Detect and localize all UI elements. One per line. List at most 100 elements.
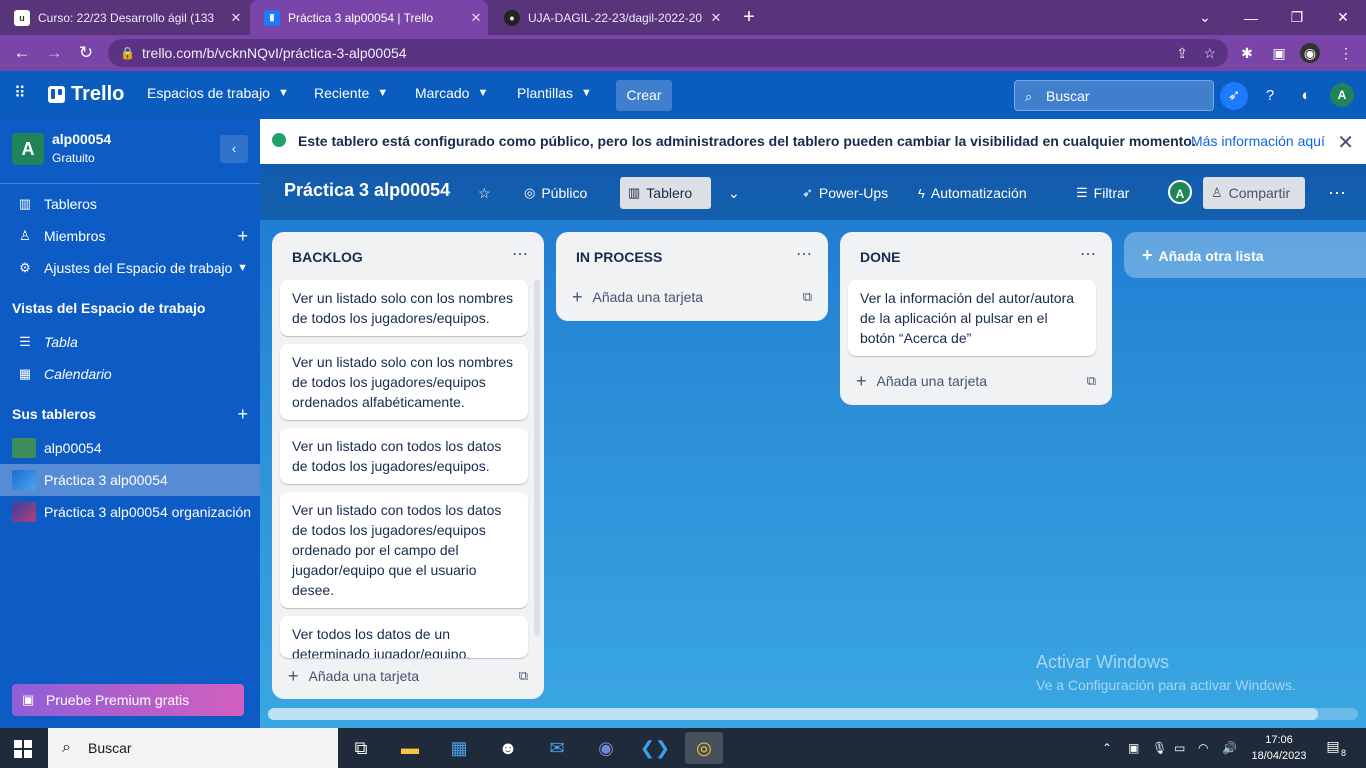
browser-tab-trello[interactable]: ▮ Práctica 3 alp00054 | Trello ✕ [250,0,488,35]
sidebar-item-workspace-settings[interactable]: ⚙ Ajustes del Espacio de trabajo ▼ [0,252,260,284]
meet-now-icon[interactable]: ▣ [1128,728,1139,768]
restore-icon[interactable]: ❐ [1274,0,1320,35]
user-avatar[interactable]: A [1330,83,1354,107]
list-scrollbar[interactable] [534,280,540,636]
battery-icon[interactable]: ▭ [1174,728,1185,768]
forward-arrow-icon[interactable]: → [42,41,66,65]
task-view-icon[interactable]: ⧉ [342,732,380,764]
vscode-icon[interactable]: ❮❯ [636,732,674,764]
close-banner-icon[interactable]: ✕ [1337,130,1354,155]
add-card-button[interactable]: + Añada una tarjeta [572,285,703,309]
browser-tab-github[interactable]: ● UJA-DAGIL-22-23/dagil-2022-20 ✕ [490,0,728,35]
windows-start-icon[interactable] [14,740,32,758]
menu-workspaces[interactable]: Espacios de trabajo ▼ [147,85,289,101]
app-switcher-grid-icon[interactable]: ⠿ [14,85,32,103]
sidebar-item-boards[interactable]: ▥ Tableros [0,188,260,220]
theme-contrast-icon[interactable]: ◐ [1292,82,1320,110]
reload-icon[interactable]: ↻ [74,41,98,65]
share-button[interactable]: ♙ Compartir [1203,177,1305,209]
filter-button[interactable]: ☰ Filtrar [1068,177,1137,209]
chrome-menu-icon[interactable]: ⋮ [1336,43,1356,63]
card[interactable]: Ver la información del autor/autora de l… [848,280,1096,356]
game-app-icon[interactable]: ☻ [489,732,527,764]
powerups-button[interactable]: ➶ Power-Ups [794,177,896,209]
microphone-icon[interactable]: 🎙 [1152,728,1167,768]
notification-center-icon[interactable]: ▤ 8 [1322,738,1346,758]
workspace-badge[interactable]: A [12,133,44,165]
workspace-name[interactable]: alp00054 [52,131,111,147]
chrome-icon[interactable]: ◎ [685,732,723,764]
extensions-puzzle-icon[interactable]: ✱ [1237,43,1257,63]
card-template-icon[interactable]: ⧉ [1087,373,1096,389]
new-tab-icon[interactable]: + [738,6,760,28]
taskbar-clock[interactable]: 17:06 18/04/2023 [1248,732,1310,764]
close-window-icon[interactable]: ✕ [1320,0,1366,35]
view-switcher-chevron-down-icon[interactable]: ⌄ [720,177,748,209]
try-premium-button[interactable]: ▣ Pruebe Premium gratis [12,684,244,716]
tab-search-chevron-down-icon[interactable]: ⌄ [1182,0,1228,35]
add-member-plus-icon[interactable]: + [237,226,248,247]
create-button[interactable]: Crear [616,80,672,111]
scrollbar-thumb[interactable] [268,708,1318,720]
add-list-button[interactable]: + Añada otra lista [1124,232,1366,278]
board-menu-ellipsis-icon[interactable]: ⋯ [1320,177,1354,209]
address-bar[interactable]: 🔒 trello.com/b/vcknNQvI/práctica-3-alp00… [108,39,1228,67]
lock-icon[interactable]: 🔒 [120,39,135,67]
browser-tab-course[interactable]: u Curso: 22/23 Desarrollo ágil (133 ✕ [0,0,248,35]
help-icon[interactable]: ? [1256,82,1284,110]
taskbar-search-input[interactable]: ⌕ Buscar [48,728,338,768]
sidebar-item-table-view[interactable]: ☰ Tabla [0,326,260,358]
list-title[interactable]: IN PROCESS [576,249,662,265]
menu-recent[interactable]: Reciente ▼ [314,85,388,101]
visibility-button[interactable]: ◎ Público [516,177,595,209]
list-title[interactable]: DONE [860,249,900,265]
notifications-rocket-icon[interactable]: ➶ [1220,82,1248,110]
add-board-plus-icon[interactable]: + [220,398,260,430]
show-hidden-icons-chevron-up-icon[interactable]: ⌃ [1102,728,1112,768]
add-card-button[interactable]: + Añada una tarjeta [288,664,419,688]
close-tab-icon[interactable]: ✕ [464,10,488,26]
microsoft-store-icon[interactable]: ▦ [440,732,478,764]
board-title[interactable]: Práctica 3 alp00054 [284,180,450,201]
close-tab-icon[interactable]: ✕ [704,10,728,26]
file-explorer-icon[interactable]: ▬ [391,732,429,764]
share-page-icon[interactable]: ⇪ [1176,39,1188,67]
sidebar-board-practica-3-org[interactable]: Práctica 3 alp00054 organización [0,496,260,528]
board-horizontal-scrollbar[interactable] [268,708,1358,720]
card-template-icon[interactable]: ⧉ [519,668,528,684]
card[interactable]: Ver un listado solo con los nombres de t… [280,280,528,336]
side-panel-icon[interactable]: ▣ [1269,43,1289,63]
list-menu-ellipsis-icon[interactable]: ⋯ [1080,244,1096,264]
volume-icon[interactable]: 🔊 [1222,728,1237,768]
sidebar-item-members[interactable]: ♙ Miembros + [0,220,260,252]
collapse-sidebar-chevron-left-icon[interactable]: ‹ [220,135,248,163]
add-card-button[interactable]: + Añada una tarjeta [856,369,987,393]
banner-more-info-link[interactable]: Más información aquí [1191,133,1325,149]
discord-icon[interactable]: ◉ [587,732,625,764]
card[interactable]: Ver un listado con todos los datos de to… [280,428,528,484]
mail-icon[interactable]: ✉ [538,732,576,764]
bookmark-star-icon[interactable]: ☆ [1203,39,1216,67]
trello-logo[interactable]: Trello [48,83,124,106]
menu-templates[interactable]: Plantillas ▼ [517,85,592,101]
list-menu-ellipsis-icon[interactable]: ⋯ [796,244,812,264]
menu-starred[interactable]: Marcado ▼ [415,85,488,101]
sidebar-item-calendar-view[interactable]: ▦ Calendario [0,358,260,390]
automation-button[interactable]: ϟ Automatización [910,177,1035,209]
sidebar-board-practica-3[interactable]: Práctica 3 alp00054 [0,464,260,496]
close-tab-icon[interactable]: ✕ [224,10,248,26]
search-input[interactable]: ⌕ Buscar [1014,80,1214,111]
sidebar-board-alp00054[interactable]: alp00054 [0,432,260,464]
profile-avatar-icon[interactable]: ◉ [1300,43,1320,63]
star-board-icon[interactable]: ☆ [470,177,499,209]
board-view-button[interactable]: ▥ Tablero [620,177,711,209]
card-template-icon[interactable]: ⧉ [803,289,812,305]
card[interactable]: Ver un listado solo con los nombres de t… [280,344,528,420]
back-arrow-icon[interactable]: ← [10,41,34,65]
board-member-avatar[interactable]: A [1168,180,1192,204]
wifi-icon[interactable]: ◠ [1198,728,1208,768]
card[interactable]: Ver todos los datos de un determinado ju… [280,616,528,658]
list-menu-ellipsis-icon[interactable]: ⋯ [512,244,528,264]
card[interactable]: Ver un listado con todos los datos de to… [280,492,528,608]
list-title[interactable]: BACKLOG [292,249,363,265]
